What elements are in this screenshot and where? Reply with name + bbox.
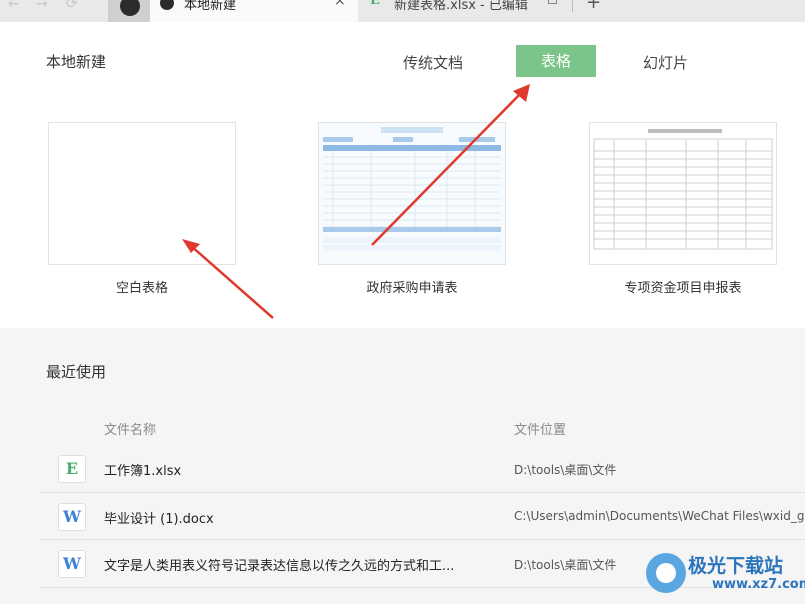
watermark-url: www.xz7.com [712, 577, 805, 592]
spreadsheet-file-icon: E [58, 455, 86, 483]
watermark-logo-icon [646, 553, 686, 593]
file-name: 文字是人类用表义符号记录表达信息以传之久远的方式和工... [104, 559, 455, 574]
column-header-name: 文件名称 [104, 423, 157, 438]
file-name: 工作簿1.xlsx [104, 464, 182, 479]
file-path: D:\tools\桌面\文件 [514, 463, 617, 477]
document-file-icon: W [58, 503, 86, 531]
recent-file-row[interactable]: W 毕业设计 (1).docx C:\Users\admin\Documents… [40, 493, 805, 541]
column-header-location: 文件位置 [514, 423, 567, 438]
file-name: 毕业设计 (1).docx [104, 512, 214, 527]
file-path: D:\tools\桌面\文件 [514, 558, 617, 572]
arrow-to-spreadsheet-category [371, 90, 524, 246]
watermark-name: 极光下载站 [688, 555, 784, 577]
arrow-to-blank-template [189, 244, 274, 319]
watermark: 极光下载站 www.xz7.com [640, 551, 805, 604]
document-file-icon: W [58, 550, 86, 578]
recent-title: 最近使用 [46, 363, 107, 381]
file-path: C:\Users\admin\Documents\WeChat Files\wx… [514, 509, 805, 523]
recent-file-row[interactable]: E 工作簿1.xlsx D:\tools\桌面\文件 [40, 445, 805, 493]
